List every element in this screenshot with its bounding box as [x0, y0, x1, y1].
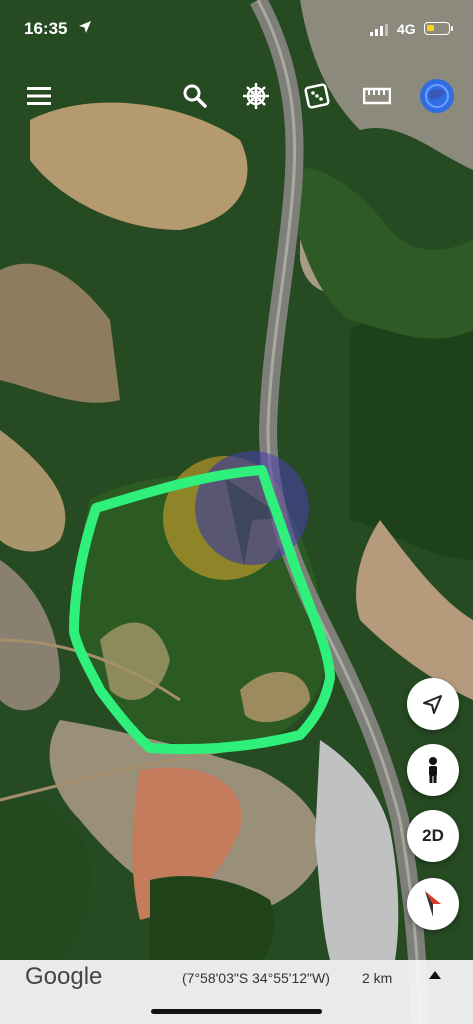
home-indicator	[151, 1009, 322, 1014]
street-view-button[interactable]	[407, 744, 459, 796]
bottom-bar: Google (7°58'03"S 34°55'12"W) 2 km	[0, 960, 473, 1024]
menu-icon[interactable]	[22, 78, 58, 114]
caret-up-icon[interactable]	[428, 970, 442, 980]
voyager-wheel-icon[interactable]	[238, 78, 274, 114]
network-type: 4G	[397, 21, 416, 37]
location-arrow-icon	[423, 695, 442, 714]
coordinates-readout: (7°58'03"S 34°55'12"W)	[182, 970, 330, 986]
search-icon[interactable]	[177, 78, 213, 114]
location-services-icon	[79, 21, 91, 33]
status-bar: 16:35 4G	[0, 0, 473, 60]
pegman-icon	[429, 757, 437, 783]
my-location-button[interactable]	[407, 678, 459, 730]
compass-icon	[425, 891, 441, 917]
satellite-map[interactable]	[0, 0, 473, 1024]
ruler-icon[interactable]	[359, 78, 395, 114]
google-logo: Google	[25, 963, 103, 990]
top-toolbar	[0, 72, 473, 122]
compass-button[interactable]	[407, 878, 459, 930]
profile-globe-icon[interactable]	[419, 78, 455, 114]
battery-icon	[424, 22, 453, 35]
scale-label: 2 km	[362, 970, 393, 986]
dice-icon[interactable]	[299, 78, 335, 114]
cellular-signal-icon	[370, 24, 388, 36]
clock: 16:35	[24, 19, 68, 38]
toggle-2d-button[interactable]: 2D	[407, 810, 459, 862]
toggle-2d-label: 2D	[422, 826, 444, 845]
